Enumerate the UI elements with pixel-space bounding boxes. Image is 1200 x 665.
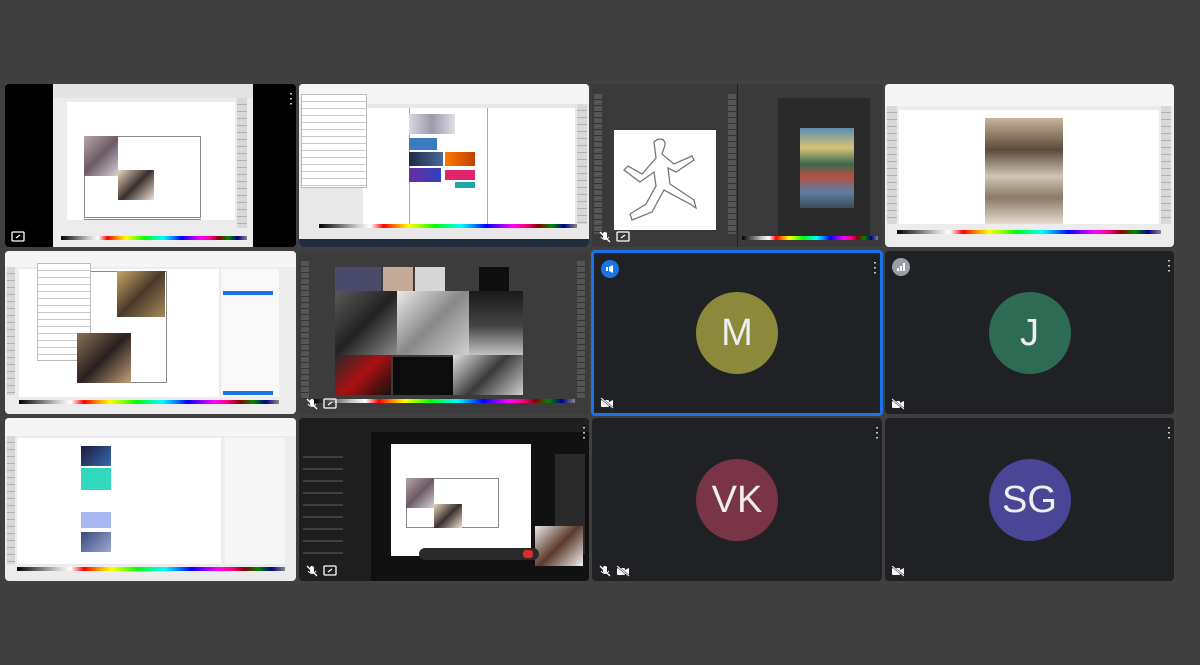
more-options-button[interactable]: ⋮	[1162, 424, 1174, 440]
camera-off-icon	[616, 565, 630, 577]
shared-screen-meet-chat	[299, 418, 589, 581]
present-screen-icon	[323, 565, 337, 576]
camera-off-icon	[891, 565, 905, 577]
shared-screen-inkscape-3	[885, 84, 1174, 247]
participant-tile-vk[interactable]: VK ⋮	[592, 418, 882, 581]
screen-share-tile-4[interactable]	[885, 84, 1174, 247]
present-screen-icon	[11, 231, 25, 242]
shared-screen-inkscape-1	[5, 84, 296, 247]
avatar: M	[696, 292, 778, 374]
screen-share-tile-2[interactable]: ⋮	[299, 84, 589, 247]
more-options-button[interactable]: ⋮	[868, 259, 880, 275]
screen-share-tile-1[interactable]: ⋮	[5, 84, 296, 247]
more-options-button[interactable]: ⋮	[870, 424, 882, 440]
participant-tile-j[interactable]: J ⋮	[885, 251, 1174, 414]
more-options-button[interactable]: ⋮	[1162, 257, 1174, 273]
shared-screen-inkscape-5	[5, 418, 296, 581]
shared-screen-inkscape-4	[5, 251, 296, 414]
camera-off-icon	[600, 397, 614, 409]
screen-share-tile-3[interactable]	[592, 84, 882, 247]
shared-screen-moodboard	[299, 251, 589, 414]
screen-share-tile-6[interactable]	[299, 251, 589, 414]
screen-share-tile-7[interactable]	[5, 418, 296, 581]
present-screen-icon	[616, 231, 630, 242]
present-screen-icon	[323, 398, 337, 409]
signal-bars-icon	[892, 258, 910, 276]
avatar: SG	[988, 458, 1071, 541]
shared-screen-inkscape-2	[299, 84, 589, 247]
more-options-button[interactable]: ⋮	[284, 90, 296, 106]
mic-off-icon	[306, 398, 318, 410]
mic-off-icon	[599, 231, 611, 243]
more-options-button[interactable]: ⋮	[577, 424, 589, 440]
participant-tile-m[interactable]: M ⋮	[591, 250, 883, 416]
participant-tile-sg[interactable]: SG ⋮	[885, 418, 1174, 581]
screen-share-tile-5[interactable]	[5, 251, 296, 414]
avatar: VK	[696, 458, 778, 541]
running-figure-drawing	[623, 138, 698, 221]
avatar: J	[988, 291, 1071, 374]
shared-screen-dark-apps	[592, 84, 882, 247]
mic-off-icon	[599, 565, 611, 577]
screen-share-tile-8[interactable]: ⋮	[299, 418, 589, 581]
more-options-button[interactable]: ⋮	[577, 90, 589, 106]
mic-off-icon	[306, 565, 318, 577]
camera-off-icon	[891, 398, 905, 410]
speaking-indicator-icon	[601, 260, 619, 278]
